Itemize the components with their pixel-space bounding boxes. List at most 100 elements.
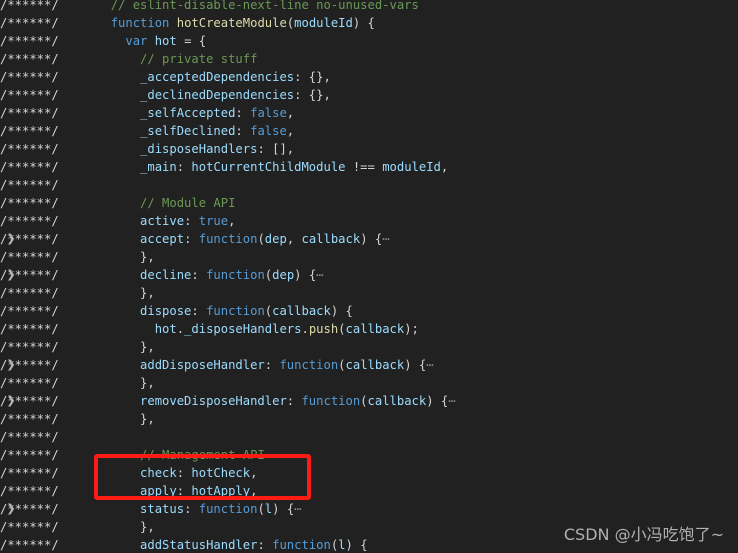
code-token: : bbox=[176, 466, 192, 480]
code-line[interactable]: /******/ }, bbox=[0, 374, 738, 392]
code-line-content: // private stuff bbox=[96, 50, 257, 68]
fold-chevron-icon[interactable]: ❯ bbox=[4, 230, 18, 248]
fold-chevron-icon[interactable]: ❯ bbox=[4, 356, 18, 374]
code-line[interactable]: /******/ // private stuff bbox=[0, 50, 738, 68]
code-line[interactable]: /******/ }, bbox=[0, 410, 738, 428]
code-line[interactable]: ❯/******/ decline: function(dep) {⋯ bbox=[0, 266, 738, 284]
code-token: , bbox=[250, 484, 258, 498]
code-line[interactable]: /******/ function hotCreateModule(module… bbox=[0, 14, 738, 32]
code-token: : bbox=[176, 160, 192, 174]
code-token: , bbox=[286, 124, 295, 138]
code-token: callback bbox=[345, 322, 405, 336]
code-token: ⋯ bbox=[316, 268, 324, 282]
code-line[interactable]: /******/ // eslint-disable-next-line no-… bbox=[0, 0, 738, 14]
code-lines-container[interactable]: /******/ // eslint-disable-next-line no-… bbox=[0, 0, 738, 553]
code-token: : bbox=[235, 106, 251, 120]
code-token: , bbox=[250, 466, 258, 480]
code-line[interactable]: /******/ var hot = { bbox=[0, 32, 738, 50]
code-line[interactable]: /******/ }, bbox=[0, 284, 738, 302]
fold-gutter-spacer bbox=[4, 68, 18, 86]
code-line[interactable]: /******/ bbox=[0, 428, 738, 446]
fold-gutter-spacer bbox=[4, 176, 18, 194]
code-line[interactable]: /******/ _selfAccepted: false, bbox=[0, 104, 738, 122]
fold-gutter-spacer bbox=[4, 320, 18, 338]
code-token: push bbox=[308, 322, 339, 336]
code-line-content: }, bbox=[96, 284, 155, 302]
code-token: check bbox=[140, 466, 177, 480]
fold-chevron-icon[interactable]: ❯ bbox=[4, 500, 18, 518]
code-line[interactable]: /******/ }, bbox=[0, 248, 738, 266]
code-token: , bbox=[286, 106, 295, 120]
fold-gutter-spacer bbox=[4, 518, 18, 536]
code-token: function bbox=[110, 16, 177, 30]
code-token: , bbox=[440, 160, 449, 174]
code-line[interactable]: /******/ bbox=[0, 176, 738, 194]
code-editor-viewport[interactable]: /******/ // eslint-disable-next-line no-… bbox=[0, 0, 738, 553]
fold-chevron-icon[interactable]: ❯ bbox=[4, 266, 18, 284]
code-token: // Module API bbox=[140, 196, 236, 210]
code-token: . bbox=[301, 322, 309, 336]
code-token: }, bbox=[96, 376, 155, 390]
code-line[interactable]: /******/ _acceptedDependencies: {}, bbox=[0, 68, 738, 86]
code-token: ) { bbox=[330, 304, 353, 318]
code-token: hotCreateModule bbox=[176, 16, 287, 30]
code-token: ⋯ bbox=[294, 502, 302, 516]
code-token: function bbox=[206, 304, 265, 318]
code-token: addStatusHandler bbox=[140, 538, 258, 552]
code-line[interactable]: /******/ hot._disposeHandlers.push(callb… bbox=[0, 320, 738, 338]
code-token: hotCheck bbox=[191, 466, 251, 480]
code-line-content: var hot = { bbox=[96, 32, 206, 50]
fold-gutter-spacer bbox=[4, 464, 18, 482]
fold-chevron-icon[interactable]: ❯ bbox=[4, 392, 18, 410]
code-token: : bbox=[257, 538, 273, 552]
code-token: ( bbox=[257, 232, 265, 246]
code-line[interactable]: /******/ _declinedDependencies: {}, bbox=[0, 86, 738, 104]
fold-gutter-spacer bbox=[4, 302, 18, 320]
code-line[interactable]: /******/ _disposeHandlers: [], bbox=[0, 140, 738, 158]
code-token: function bbox=[301, 394, 361, 408]
code-token: // eslint-disable-next-line no-unused-va… bbox=[110, 0, 419, 12]
code-token: callback bbox=[272, 304, 331, 318]
code-line[interactable]: ❯/******/ addDisposeHandler: function(ca… bbox=[0, 356, 738, 374]
code-line[interactable]: /******/ _main: hotCurrentChildModule !=… bbox=[0, 158, 738, 176]
code-line[interactable]: /******/ _selfDeclined: false, bbox=[0, 122, 738, 140]
code-token: ( bbox=[360, 394, 368, 408]
code-line[interactable]: /******/ dispose: function(callback) { bbox=[0, 302, 738, 320]
code-token: function bbox=[198, 232, 258, 246]
code-line[interactable]: ❯/******/ status: function(l) {⋯ bbox=[0, 500, 738, 518]
code-token: : bbox=[184, 232, 199, 246]
code-token: : bbox=[191, 268, 207, 282]
code-token: status bbox=[140, 502, 185, 516]
code-line-content: _selfDeclined: false, bbox=[96, 122, 294, 140]
fold-gutter-spacer bbox=[4, 86, 18, 104]
code-token: !== bbox=[345, 160, 383, 174]
code-line[interactable]: /******/ // Management API bbox=[0, 446, 738, 464]
code-line[interactable]: /******/ // Module API bbox=[0, 194, 738, 212]
code-line[interactable]: /******/ apply: hotApply, bbox=[0, 482, 738, 500]
code-line[interactable]: /******/ active: true, bbox=[0, 212, 738, 230]
code-line-content: addStatusHandler: function(l) { bbox=[96, 536, 368, 553]
fold-gutter-spacer bbox=[4, 0, 18, 14]
code-line[interactable]: /******/ check: hotCheck, bbox=[0, 464, 738, 482]
code-token: function bbox=[198, 502, 258, 516]
code-line[interactable]: ❯/******/ accept: function(dep, callback… bbox=[0, 230, 738, 248]
code-token: _main bbox=[140, 160, 177, 174]
code-line[interactable]: /******/ }, bbox=[0, 338, 738, 356]
code-token: ) { bbox=[352, 16, 375, 30]
code-token: ) { bbox=[360, 232, 383, 246]
code-token: : bbox=[191, 304, 207, 318]
code-line-content: active: true, bbox=[96, 212, 235, 230]
code-token: : bbox=[235, 124, 251, 138]
code-line[interactable]: ❯/******/ removeDisposeHandler: function… bbox=[0, 392, 738, 410]
code-token: ) { bbox=[345, 538, 368, 552]
